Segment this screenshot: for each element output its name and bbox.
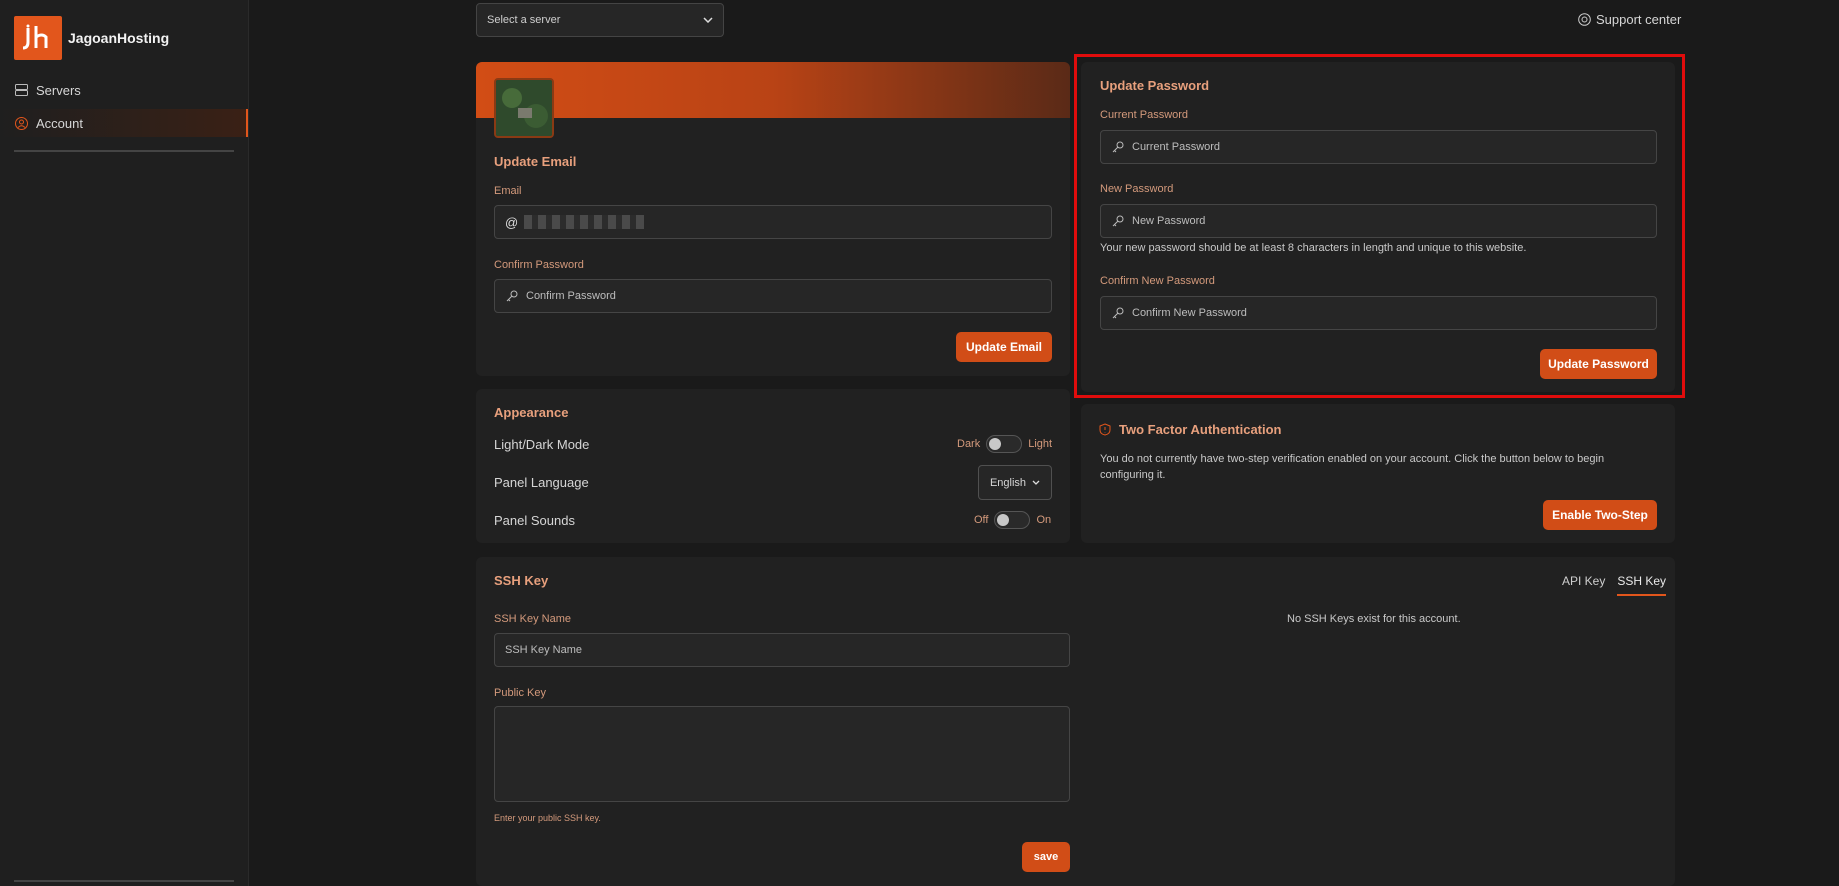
user-circle-icon — [14, 116, 28, 130]
enable-two-step-button[interactable]: Enable Two-Step — [1543, 500, 1657, 530]
sidebar-bottom-divider — [14, 880, 234, 882]
chevron-down-icon — [1032, 480, 1040, 485]
two-factor-card: Two Factor Authentication You do not cur… — [1081, 404, 1675, 543]
two-factor-title: Two Factor Authentication — [1119, 422, 1282, 437]
two-factor-header: Two Factor Authentication — [1099, 422, 1282, 437]
key-icon — [505, 289, 519, 303]
redacted-email-block — [524, 215, 645, 229]
email-label: Email — [494, 185, 522, 197]
mode-light-label: Light — [1028, 438, 1053, 450]
lifebuoy-icon — [1578, 13, 1591, 26]
email-value: @ — [505, 214, 519, 230]
public-key-hint: Enter your public SSH key. — [494, 813, 601, 823]
key-tabs: API Key SSH Key — [1562, 574, 1667, 596]
ssh-name-placeholder: SSH Key Name — [505, 644, 583, 656]
email-field[interactable]: @ — [494, 205, 1052, 239]
update-email-button[interactable]: Update Email — [956, 332, 1052, 362]
server-select[interactable]: Select a server — [476, 3, 724, 37]
logo-icon — [22, 24, 48, 50]
mode-dark-label: Dark — [957, 438, 981, 450]
support-center-link[interactable]: Support center — [1578, 12, 1681, 27]
language-select[interactable]: English — [978, 465, 1052, 500]
server-select-value: Select a server — [487, 14, 561, 26]
chevron-down-icon — [703, 17, 713, 23]
ssh-name-label: SSH Key Name — [494, 613, 572, 625]
public-key-label: Public Key — [494, 687, 546, 699]
sounds-off-label: Off — [974, 514, 989, 526]
update-email-card: Update Email Email @ Confirm Password Co… — [476, 62, 1070, 376]
sounds-on-label: On — [1036, 514, 1052, 526]
tab-ssh-key[interactable]: SSH Key — [1617, 574, 1667, 596]
sidebar-item-label: Account — [36, 115, 83, 131]
brand-logo[interactable] — [14, 16, 62, 60]
brand-name: JagoanHosting — [68, 30, 170, 46]
save-button[interactable]: save — [1022, 842, 1070, 872]
confirm-password-placeholder: Confirm Password — [526, 290, 616, 302]
update-email-title: Update Email — [494, 154, 577, 169]
sounds-label: Panel Sounds — [494, 513, 575, 528]
sounds-toggle-group: Off On — [974, 511, 1051, 529]
ssh-name-field[interactable]: SSH Key Name — [494, 633, 1070, 667]
language-label: Panel Language — [494, 475, 589, 490]
mode-label: Light/Dark Mode — [494, 437, 590, 452]
sounds-toggle[interactable] — [994, 511, 1031, 529]
sidebar-item-account[interactable]: Account — [0, 109, 248, 137]
mode-toggle-group: Dark Light — [957, 435, 1052, 453]
public-key-textarea[interactable] — [494, 706, 1070, 802]
shield-icon — [1099, 423, 1111, 436]
ssh-empty-message: No SSH Keys exist for this account. — [1287, 613, 1461, 625]
language-value: English — [989, 476, 1027, 489]
two-factor-description: You do not currently have two-step verif… — [1100, 453, 1605, 481]
avatar — [494, 78, 554, 138]
highlight-outline — [1074, 54, 1685, 398]
confirm-password-field[interactable]: Confirm Password — [494, 279, 1052, 313]
server-icon — [14, 83, 28, 97]
profile-banner — [476, 62, 1070, 118]
sidebar-divider — [14, 150, 234, 152]
support-center-label: Support center — [1596, 12, 1682, 27]
appearance-title: Appearance — [494, 405, 569, 420]
ssh-title: SSH Key — [494, 573, 549, 588]
sidebar-item-servers[interactable]: Servers — [0, 76, 248, 104]
tab-api-key[interactable]: API Key — [1562, 574, 1605, 596]
sidebar-item-label: Servers — [36, 82, 81, 98]
mode-toggle[interactable] — [986, 435, 1023, 453]
confirm-password-label: Confirm Password — [494, 259, 584, 271]
sidebar: JagoanHosting Servers Account — [0, 0, 249, 886]
